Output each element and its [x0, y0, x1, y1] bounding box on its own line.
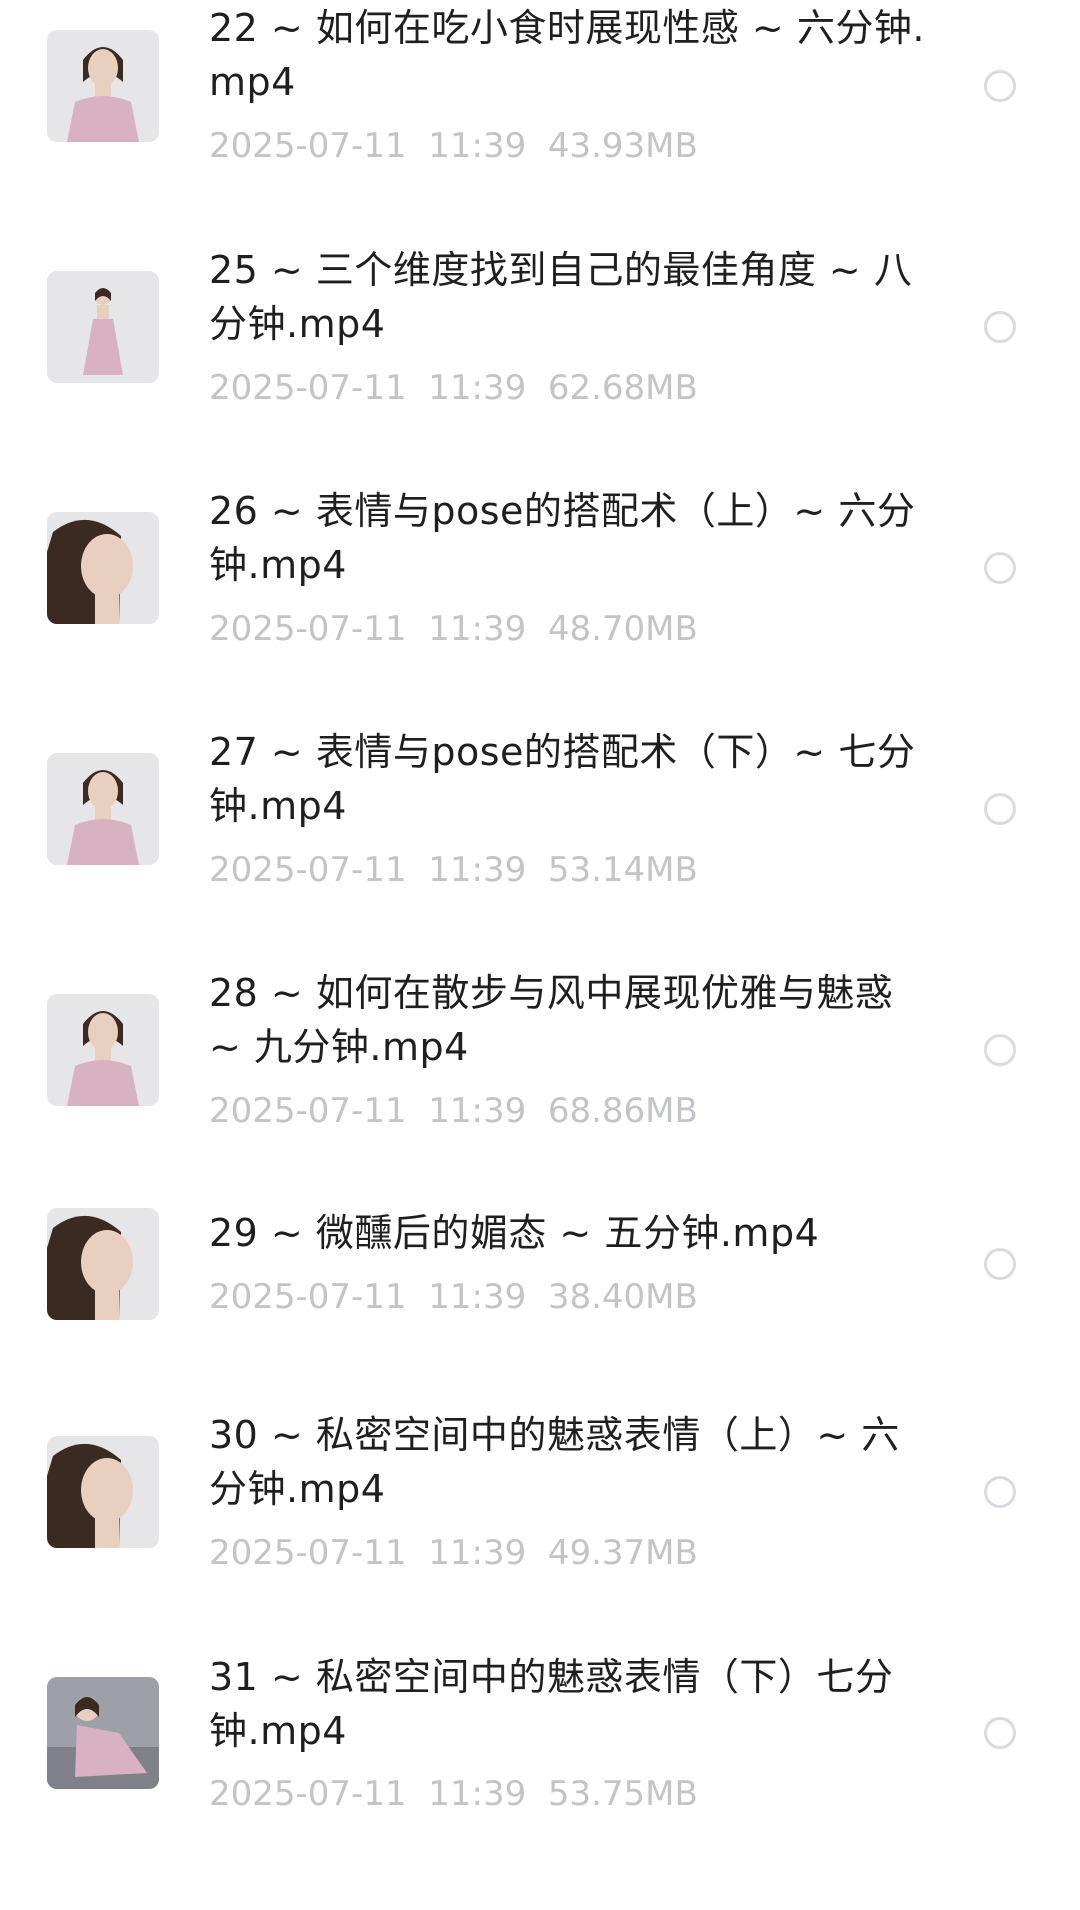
file-meta: 2025-07-11 11:39 53.14MB [209, 850, 698, 890]
file-meta: 2025-07-11 11:39 49.37MB [209, 1533, 698, 1573]
file-size: 48.70MB [547, 609, 698, 649]
file-name: 29 ~ 微醺后的媚态 ~ 五分钟.mp4 [209, 1211, 820, 1255]
video-thumbnail[interactable] [47, 753, 159, 865]
file-meta: 2025-07-11 11:39 48.70MB [209, 609, 698, 649]
file-meta: 2025-07-11 11:39 43.93MB [209, 126, 698, 166]
select-radio[interactable] [984, 1476, 1016, 1508]
file-date: 2025-07-11 [209, 609, 407, 649]
video-thumbnail[interactable] [47, 512, 159, 624]
file-name: 27 ~ 表情与pose的搭配术（下）~ 七分钟.mp4 [209, 730, 916, 828]
file-date: 2025-07-11 [209, 850, 407, 890]
file-name: 28 ~ 如何在散步与风中展现优雅与魅惑 ~ 九分钟.mp4 [209, 971, 894, 1069]
file-time: 11:39 [428, 1277, 527, 1317]
select-radio[interactable] [984, 1717, 1016, 1749]
file-date: 2025-07-11 [209, 1277, 407, 1317]
video-thumbnail[interactable] [47, 994, 159, 1106]
video-thumbnail[interactable] [47, 30, 159, 142]
file-time: 11:39 [428, 126, 527, 166]
video-thumbnail[interactable] [47, 1436, 159, 1548]
file-size: 53.14MB [547, 850, 698, 890]
file-meta: 2025-07-11 11:39 62.68MB [209, 368, 698, 408]
file-size: 53.75MB [547, 1774, 698, 1814]
file-time: 11:39 [428, 1091, 527, 1131]
file-meta: 2025-07-11 11:39 68.86MB [209, 1091, 698, 1131]
select-radio[interactable] [984, 552, 1016, 584]
file-name: 22 ~ 如何在吃小食时展现性感 ~ 六分钟.mp4 [209, 6, 925, 104]
file-time: 11:39 [428, 1774, 527, 1814]
file-date: 2025-07-11 [209, 1091, 407, 1131]
select-radio[interactable] [984, 1248, 1016, 1280]
file-size: 38.40MB [547, 1277, 698, 1317]
file-date: 2025-07-11 [209, 368, 407, 408]
select-radio[interactable] [984, 793, 1016, 825]
file-date: 2025-07-11 [209, 1774, 407, 1814]
file-name: 31 ~ 私密空间中的魅惑表情（下）七分钟.mp4 [209, 1655, 894, 1753]
select-radio[interactable] [984, 311, 1016, 343]
file-size: 68.86MB [547, 1091, 698, 1131]
file-date: 2025-07-11 [209, 1533, 407, 1573]
file-time: 11:39 [428, 850, 527, 890]
file-time: 11:39 [428, 1533, 527, 1573]
file-meta: 2025-07-11 11:39 53.75MB [209, 1774, 698, 1814]
file-size: 49.37MB [547, 1533, 698, 1573]
file-date: 2025-07-11 [209, 126, 407, 166]
file-name: 30 ~ 私密空间中的魅惑表情（上）~ 六分钟.mp4 [209, 1413, 900, 1511]
select-radio[interactable] [984, 70, 1016, 102]
file-time: 11:39 [428, 609, 527, 649]
file-size: 62.68MB [547, 368, 698, 408]
file-time: 11:39 [428, 368, 527, 408]
video-thumbnail[interactable] [47, 1677, 159, 1789]
select-radio[interactable] [984, 1034, 1016, 1066]
video-thumbnail[interactable] [47, 271, 159, 383]
file-meta: 2025-07-11 11:39 38.40MB [209, 1277, 698, 1317]
file-list: 22 ~ 如何在吃小食时展现性感 ~ 六分钟.mp4 2025-07-11 11:… [0, 0, 1080, 1910]
file-name: 26 ~ 表情与pose的搭配术（上）~ 六分钟.mp4 [209, 489, 916, 587]
file-name: 25 ~ 三个维度找到自己的最佳角度 ~ 八分钟.mp4 [209, 248, 913, 346]
video-thumbnail[interactable] [47, 1208, 159, 1320]
file-size: 43.93MB [547, 126, 698, 166]
